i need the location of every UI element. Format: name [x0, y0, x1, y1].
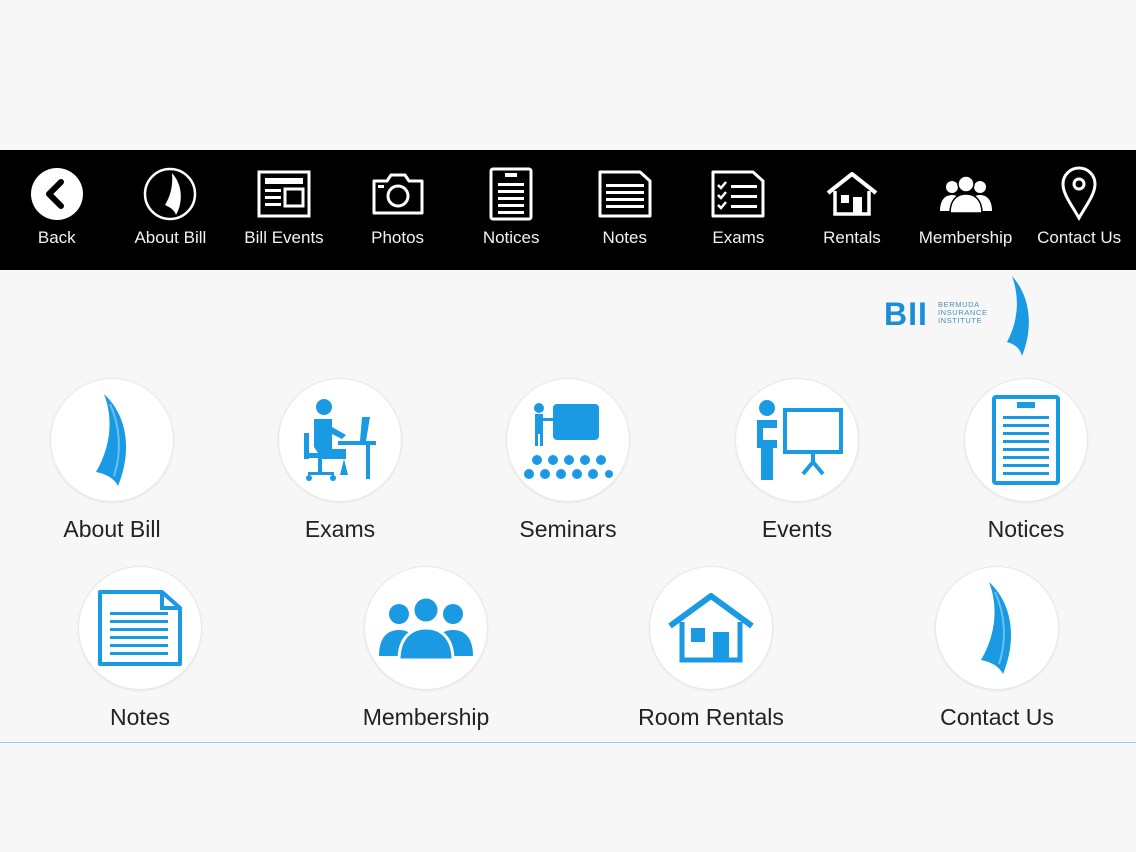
top-nav-bar: Back About Bill Bill Events Photos Notic… [0, 150, 1136, 270]
nav-label: Notes [602, 228, 647, 247]
tile-label: Contact Us [940, 704, 1054, 730]
nav-contact-us[interactable]: Contact Us [1022, 150, 1136, 270]
group-icon [938, 166, 994, 222]
nav-label: Back [37, 228, 76, 247]
bottom-divider [0, 742, 1136, 743]
nav-label: Bill Events [244, 228, 324, 247]
presentation-audience-icon [524, 403, 613, 479]
tile-seminars[interactable]: Seminars [468, 378, 668, 558]
tile-label: Exams [304, 516, 376, 542]
nav-rentals[interactable]: Rentals [795, 150, 909, 270]
sail-icon [142, 166, 198, 222]
tile-circle [78, 566, 202, 690]
nav-bill-events[interactable]: Bill Events [227, 150, 341, 270]
location-pin-icon [1051, 166, 1107, 222]
back-arrow-icon [29, 166, 85, 222]
tile-contact-us[interactable]: Contact Us [897, 566, 1097, 746]
logo-subtitle: BERMUDA INSURANCE INSTITUTE [938, 300, 988, 325]
house-icon [668, 593, 754, 663]
tile-circle [364, 566, 488, 690]
tile-label: Membership [362, 704, 490, 730]
nav-about-bill[interactable]: About Bill [114, 150, 228, 270]
sail-logo-icon [1007, 276, 1029, 356]
house-icon [824, 166, 880, 222]
nav-label: Contact Us [1037, 228, 1122, 247]
notes-icon [597, 166, 653, 222]
tile-circle [964, 378, 1088, 502]
presenter-board-icon [757, 400, 843, 480]
tile-circle [278, 378, 402, 502]
logo-mark: BII [884, 296, 928, 332]
tile-label: Room Rentals [638, 704, 784, 730]
checklist-icon [710, 166, 766, 222]
nav-label: Exams [712, 228, 765, 247]
nav-label: Rentals [823, 228, 881, 247]
tile-notes[interactable]: Notes [40, 566, 240, 746]
nav-label: Notices [482, 228, 540, 247]
bii-logo: BII BERMUDA INSURANCE INSTITUTE [880, 274, 1040, 362]
tile-label: Notes [109, 704, 171, 730]
group-icon [379, 595, 473, 662]
nav-label: Membership [918, 228, 1013, 247]
tile-membership[interactable]: Membership [326, 566, 526, 746]
tile-circle [50, 378, 174, 502]
tile-circle [506, 378, 630, 502]
nav-label: About Bill [134, 228, 207, 247]
nav-exams[interactable]: Exams [682, 150, 796, 270]
tile-about-bill[interactable]: About Bill [12, 378, 212, 558]
camera-icon [370, 166, 426, 222]
nav-label: Photos [371, 228, 425, 247]
notice-board-icon [483, 166, 539, 222]
tile-circle [935, 566, 1059, 690]
newspaper-icon [256, 166, 312, 222]
notice-board-icon [992, 395, 1060, 485]
tile-label: Events [761, 516, 833, 542]
notes-icon [98, 590, 182, 666]
tile-exams[interactable]: Exams [240, 378, 440, 558]
nav-notes[interactable]: Notes [568, 150, 682, 270]
tile-notices[interactable]: Notices [926, 378, 1126, 558]
tile-events[interactable]: Events [697, 378, 897, 558]
nav-membership[interactable]: Membership [909, 150, 1023, 270]
nav-photos[interactable]: Photos [341, 150, 455, 270]
nav-back[interactable]: Back [0, 150, 114, 270]
tile-label: Seminars [519, 516, 617, 542]
sail-icon [981, 582, 1012, 674]
tile-label: About Bill [63, 516, 161, 542]
sail-icon [96, 394, 127, 486]
tile-room-rentals[interactable]: Room Rentals [611, 566, 811, 746]
person-at-desk-icon [304, 399, 376, 481]
tile-circle [735, 378, 859, 502]
tile-label: Notices [987, 516, 1065, 542]
tile-circle [649, 566, 773, 690]
nav-notices[interactable]: Notices [454, 150, 568, 270]
